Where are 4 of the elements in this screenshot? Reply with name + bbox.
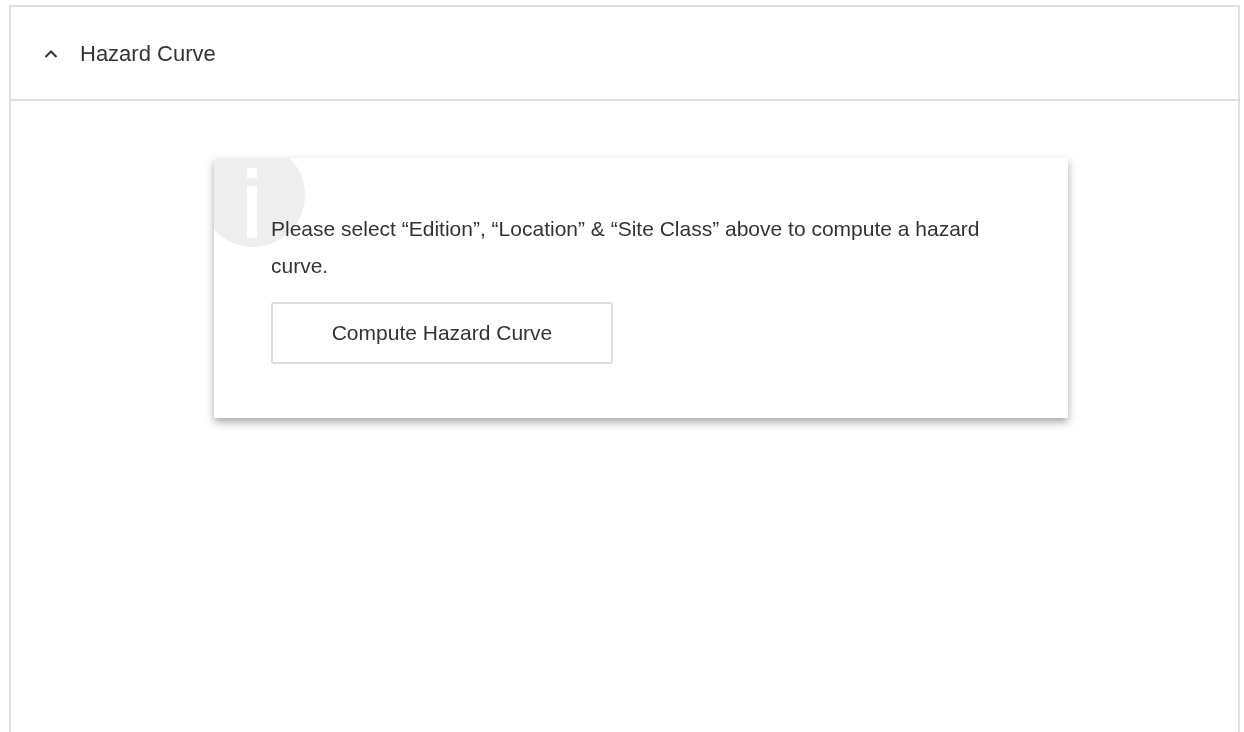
alert-message: Please select “Edition”, “Location” & “Site Class” above to compute a hazard curve. <box>271 216 981 279</box>
compute-button[interactable]: Compute Hazard Curve <box>271 302 613 364</box>
chevron-up-icon <box>44 48 58 58</box>
panel-header[interactable]: Hazard Curve <box>11 7 1238 101</box>
